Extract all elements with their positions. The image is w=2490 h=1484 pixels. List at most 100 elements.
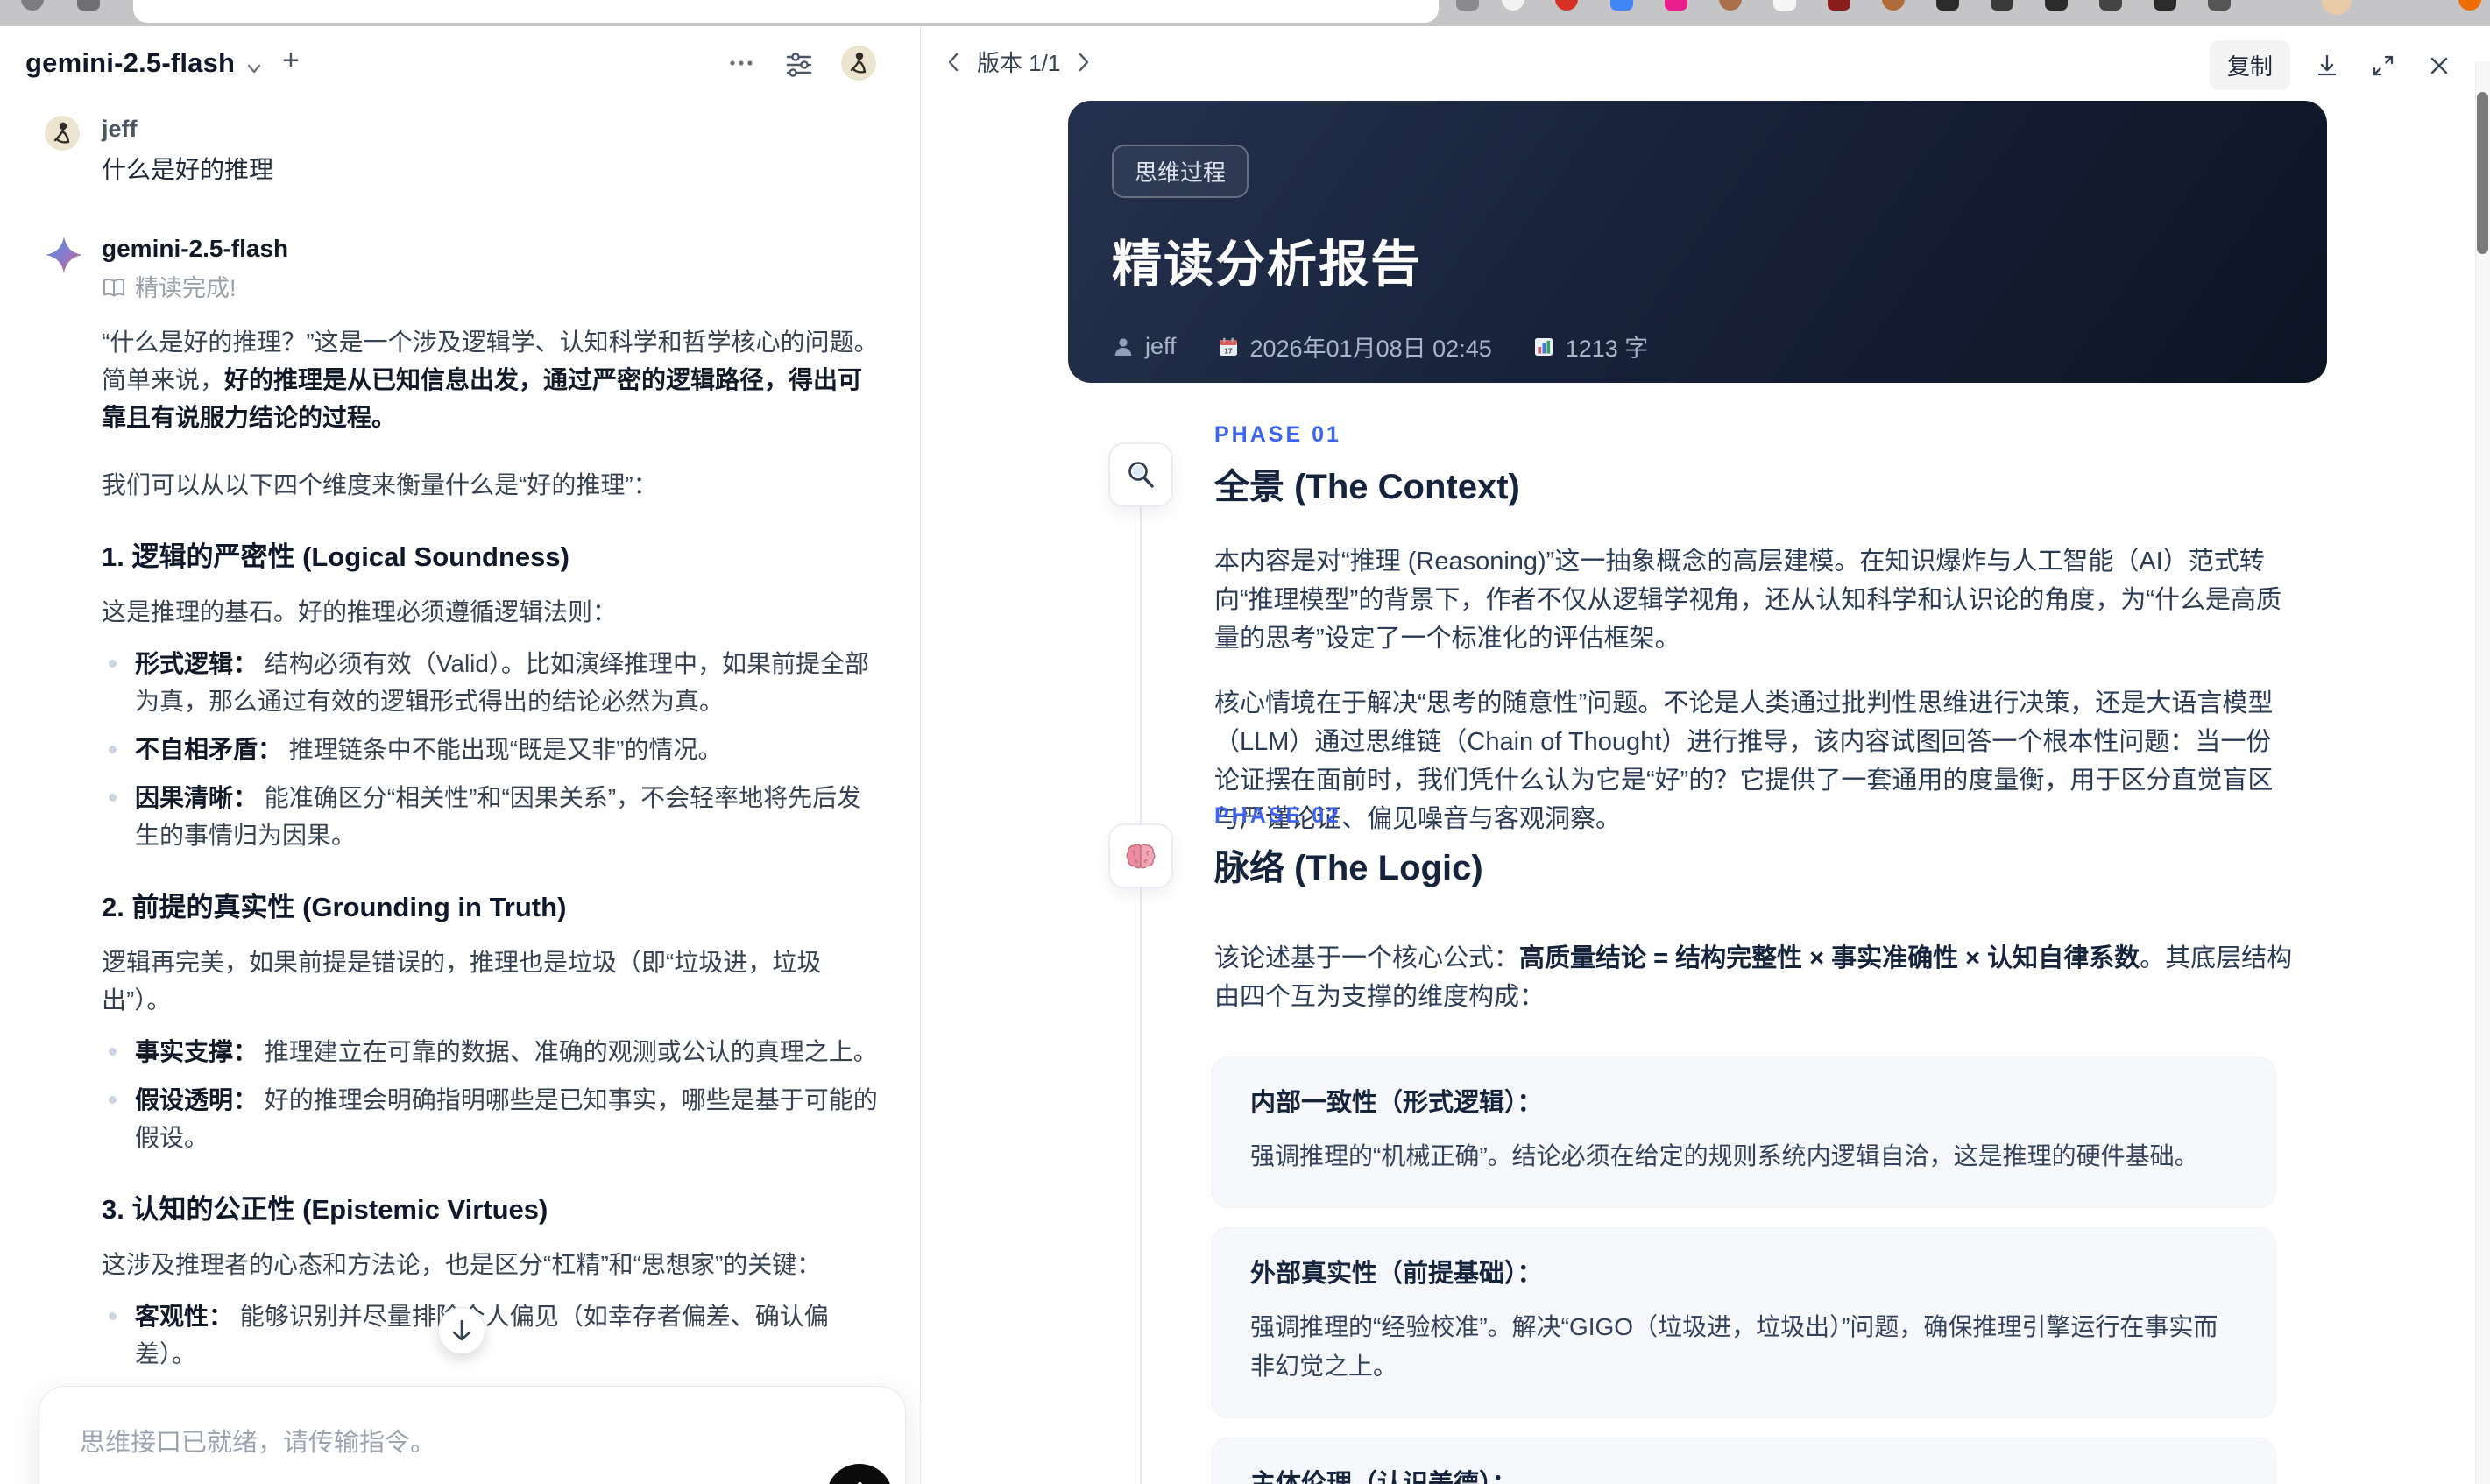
section-title-2: 2. 前提的真实性 (Grounding in Truth) bbox=[102, 892, 567, 922]
scrollbar-track[interactable] bbox=[2475, 61, 2490, 1484]
status-text: 精读完成! bbox=[135, 275, 237, 301]
extension-icon[interactable] bbox=[2099, 0, 2122, 11]
report-badge: 思维过程 bbox=[1112, 145, 1249, 198]
composer-placeholder[interactable]: 思维接口已就绪，请传输指令。 bbox=[80, 1422, 435, 1459]
gemini-star-icon bbox=[45, 236, 83, 274]
lead-paragraph: 我们可以从以下四个维度来衡量什么是“好的推理”： bbox=[102, 471, 658, 498]
extension-icon[interactable] bbox=[2458, 0, 2481, 11]
user-name: jeff bbox=[102, 116, 138, 142]
next-version-icon[interactable] bbox=[1074, 51, 1093, 74]
extension-icon[interactable] bbox=[1936, 0, 1959, 11]
extension-icon[interactable] bbox=[1456, 0, 1479, 11]
extension-icon[interactable] bbox=[1991, 0, 2013, 11]
message-list: jeff 什么是好的推理 gemini-2.5-flash 精读完成! “什么是… bbox=[0, 114, 920, 1484]
book-icon bbox=[102, 276, 126, 300]
list-item: 因果清晰： 能准确区分“相关性”和“因果关系”，不会轻率地将先后发生的事情归为因… bbox=[102, 779, 883, 854]
phase-2-title: 脉络 (The Logic) bbox=[1214, 849, 1483, 887]
date-text: 2026年01月08日 02:45 bbox=[1249, 336, 1492, 362]
chevron-down-icon[interactable] bbox=[244, 58, 265, 79]
section-desc-1: 这是推理的基石。好的推理必须遵循逻辑法则： bbox=[102, 598, 618, 625]
date-meta: 17 2026年01月08日 02:45 bbox=[1217, 329, 1492, 364]
model-selector[interactable]: gemini-2.5-flash bbox=[25, 47, 235, 79]
wordcount-meta: 1213 字 bbox=[1532, 329, 1649, 364]
card-epistemic-ethics: 主体伦理（认识美德）： 转向推理者的心理特征。引入奥卡姆剃刀和反向论证，旨在克服… bbox=[1211, 1438, 2276, 1484]
phase-1-title: 全景 (The Context) bbox=[1214, 468, 1520, 506]
card-title: 内部一致性（形式逻辑）： bbox=[1250, 1089, 1543, 1117]
extension-icon[interactable] bbox=[1882, 0, 1905, 11]
scrollbar-thumb[interactable] bbox=[2477, 92, 2488, 254]
wordcount-text: 1213 字 bbox=[1565, 336, 1649, 362]
assistant-body: “什么是好的推理？”这是一个涉及逻辑学、认知科学和哲学核心的问题。简单来说，好的… bbox=[102, 323, 883, 1484]
report-meta: jeff 17 2026年01月08日 02:45 1213 字 bbox=[1112, 329, 2327, 364]
phase-2-section: PHASE 02 脉络 (The Logic) 该论述基于一个核心公式：高质量结… bbox=[1211, 803, 2294, 1484]
report-title: 精读分析报告 bbox=[1112, 237, 1422, 293]
extension-icon[interactable] bbox=[2045, 0, 2068, 11]
bullet-list-1: 形式逻辑： 结构必须有效（Valid）。比如演绎推理中，如果前提全部为真，那么通… bbox=[102, 645, 883, 854]
version-label: 版本 1/1 bbox=[977, 50, 1061, 76]
brain-icon bbox=[1108, 823, 1173, 888]
extension-icon[interactable] bbox=[1665, 0, 1687, 11]
phase-2-label: PHASE 02 bbox=[1214, 803, 1341, 828]
settings-sliders-icon[interactable] bbox=[783, 47, 815, 79]
browser-profile-avatar[interactable] bbox=[2322, 0, 2352, 15]
section-desc-2: 逻辑再完美，如果前提是错误的，推理也是垃圾（即“垃圾进，垃圾出”）。 bbox=[102, 949, 822, 1014]
magnifier-icon bbox=[1108, 442, 1173, 507]
browser-grid-icon[interactable] bbox=[77, 0, 100, 11]
close-icon[interactable] bbox=[2420, 46, 2458, 85]
extension-icon[interactable] bbox=[1719, 0, 1742, 11]
url-bar[interactable] bbox=[133, 0, 1439, 23]
user-message: jeff 什么是好的推理 bbox=[0, 114, 920, 188]
user-avatar[interactable] bbox=[841, 46, 876, 81]
extension-icon[interactable] bbox=[2208, 0, 2231, 11]
extension-icon[interactable] bbox=[1555, 0, 1578, 11]
bullet-list-2: 事实支撑： 推理建立在可靠的数据、准确的观测或公认的真理之上。 假设透明： 好的… bbox=[102, 1033, 883, 1156]
artifact-header: 版本 1/1 复制 bbox=[921, 35, 2490, 91]
scroll-to-bottom-button[interactable] bbox=[438, 1307, 485, 1354]
phase-1-paragraph-1: 本内容是对“推理 (Reasoning)”这一抽象概念的高层建模。在知识爆炸与人… bbox=[1214, 548, 2281, 653]
card-title: 主体伦理（认识美德）： bbox=[1250, 1470, 1517, 1484]
chat-panel: gemini-2.5-flash + jeff 什么是好的推理 gemini-2… bbox=[0, 26, 920, 1484]
extension-icon[interactable] bbox=[2154, 0, 2176, 11]
list-item: 形式逻辑： 结构必须有效（Valid）。比如演绎推理中，如果前提全部为真，那么通… bbox=[102, 645, 883, 720]
assistant-name: gemini-2.5-flash bbox=[102, 235, 289, 262]
extension-icon[interactable] bbox=[1610, 0, 1633, 11]
composer[interactable]: 思维接口已就绪，请传输指令。 bbox=[39, 1386, 906, 1484]
assistant-message: gemini-2.5-flash 精读完成! “什么是好的推理？”这是一个涉及逻… bbox=[0, 234, 920, 1484]
author-name: jeff bbox=[1145, 333, 1177, 359]
author-meta: jeff bbox=[1112, 333, 1177, 360]
phase-1-section: PHASE 01 全景 (The Context) 本内容是对“推理 (Reas… bbox=[1214, 422, 2294, 838]
extension-icon[interactable] bbox=[1828, 0, 1850, 11]
browser-reload-icon[interactable] bbox=[21, 0, 44, 11]
assistant-status: 精读完成! bbox=[102, 272, 885, 304]
section-desc-3: 这涉及推理者的心态和方法论，也是区分“杠精”和“思想家”的关键： bbox=[102, 1251, 822, 1278]
download-icon[interactable] bbox=[2308, 46, 2346, 85]
screen: gemini-2.5-flash + jeff 什么是好的推理 gemini-2… bbox=[0, 0, 2490, 1484]
dimension-cards: 内部一致性（形式逻辑）： 强调推理的“机械正确”。结论必须在给定的规则系统内逻辑… bbox=[1211, 1056, 2276, 1484]
phase-2-formula: 该论述基于一个核心公式：高质量结论 = 结构完整性 × 事实准确性 × 认知自律… bbox=[1214, 944, 2293, 1011]
more-options-icon[interactable] bbox=[725, 47, 757, 79]
list-item: 假设透明： 好的推理会明确指明哪些是已知事实，哪些是基于可能的假设。 bbox=[102, 1081, 883, 1156]
list-item: 事实支撑： 推理建立在可靠的数据、准确的观测或公认的真理之上。 bbox=[102, 1033, 883, 1071]
svg-text:17: 17 bbox=[1224, 346, 1233, 355]
phase-1-label: PHASE 01 bbox=[1214, 422, 1341, 447]
user-avatar bbox=[45, 116, 80, 151]
intro-paragraph: “什么是好的推理？”这是一个涉及逻辑学、认知科学和哲学核心的问题。简单来说，好的… bbox=[102, 329, 879, 431]
copy-button[interactable]: 复制 bbox=[2209, 40, 2290, 90]
extension-icon[interactable] bbox=[1502, 0, 1524, 11]
user-message-text: 什么是好的推理 bbox=[102, 156, 274, 183]
voice-input-button[interactable] bbox=[826, 1464, 893, 1484]
list-item: 不自相矛盾： 推理链条中不能出现“既是又非”的情况。 bbox=[102, 731, 883, 768]
list-item: 客观性： 能够识别并尽量排除个人偏见（如幸存者偏差、确认偏差）。 bbox=[102, 1297, 883, 1373]
fullscreen-icon[interactable] bbox=[2364, 46, 2402, 85]
prev-version-icon[interactable] bbox=[944, 51, 963, 74]
browser-toolbar bbox=[0, 0, 2490, 26]
report-hero-card: 思维过程 精读分析报告 jeff 17 2026年01月08日 02:45 12… bbox=[1068, 101, 2327, 383]
card-internal-consistency: 内部一致性（形式逻辑）： 强调推理的“机械正确”。结论必须在给定的规则系统内逻辑… bbox=[1211, 1056, 2276, 1208]
new-chat-button[interactable]: + bbox=[282, 44, 300, 78]
card-external-truth: 外部真实性（前提基础）： 强调推理的“经验校准”。解决“GIGO（垃圾进，垃圾出… bbox=[1211, 1227, 2276, 1418]
extension-icon[interactable] bbox=[1773, 0, 1796, 11]
card-body: 强调推理的“经验校准”。解决“GIGO（垃圾进，垃圾出）”问题，确保推理引擎运行… bbox=[1250, 1313, 2218, 1380]
artifact-panel: 版本 1/1 复制 思维过程 精读分析报告 jeff 17 2026年01月08… bbox=[920, 26, 2490, 1484]
card-title: 外部真实性（前提基础）： bbox=[1250, 1260, 1543, 1288]
section-title-1: 1. 逻辑的严密性 (Logical Soundness) bbox=[102, 541, 569, 572]
